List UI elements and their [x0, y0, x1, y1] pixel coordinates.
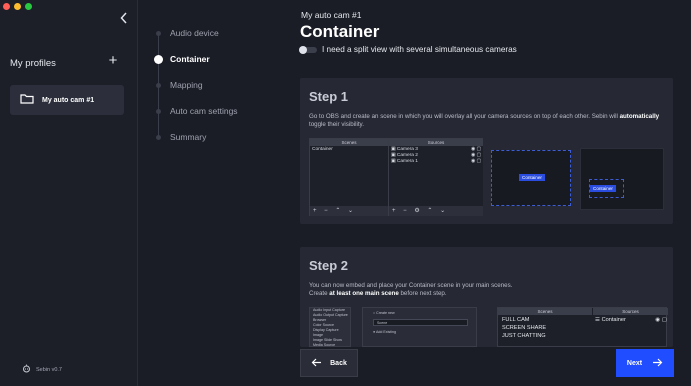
scene-row: FULL CAM: [502, 317, 530, 323]
collapse-sidebar-chevron-left-icon[interactable]: [120, 12, 130, 26]
step-label: Container: [170, 54, 210, 64]
obs-create-source-dialog-mock: ○ Create new Scene ● Add Existing: [362, 307, 477, 347]
scenes-toolbar: + − ⌃ ⌄: [310, 206, 388, 216]
step1-description: Go to OBS and create an scene in which y…: [309, 113, 660, 128]
next-button-label: Next: [626, 359, 643, 367]
scene-row: Container: [312, 147, 333, 152]
source-row: ☰ Container ◉ ▢: [595, 317, 667, 323]
obs-scenes-panel: Scenes Container + − ⌃ ⌄: [310, 139, 389, 216]
profile-item-label: My auto cam #1: [42, 96, 95, 104]
step-dot: [156, 31, 161, 36]
app-version: Sebin v0.7: [22, 364, 62, 375]
split-view-toggle-label: I need a split view with several simulta…: [322, 45, 517, 54]
step1-card: Step 1 Go to OBS and create an scene in …: [300, 78, 673, 224]
profile-item[interactable]: My auto cam #1: [10, 85, 124, 115]
close-window-button[interactable]: [3, 3, 10, 10]
sources-header: Sources: [593, 308, 668, 315]
obs-sources-panel: Sources ▣ Camera 3 ◉ ▢ ▣ Camera 2 ◉ ▢ ▣ Ca…: [389, 139, 483, 216]
obs-scenes-sources-mock: Scenes Container + − ⌃ ⌄ Sources ▣ Camer…: [309, 138, 483, 216]
scenes-header: Scenes: [310, 139, 388, 146]
container-tag: Container: [519, 174, 545, 181]
container-outline: Container: [589, 179, 624, 198]
obs-add-source-menu-mock: Audio Input Capture Audio Output Capture…: [309, 307, 351, 347]
scene-row: SCREEN SHARE: [502, 325, 547, 331]
back-button-label: Back: [330, 359, 347, 367]
arrow-left-icon: [311, 354, 322, 372]
step-dot: [156, 83, 161, 88]
main-panel: My auto cam #1 Container I need a split …: [283, 0, 691, 386]
version-label: Sebin v0.7: [36, 366, 62, 373]
add-profile-button[interactable]: +: [107, 53, 119, 68]
step-dot: [156, 109, 161, 114]
container-preview-full: Container: [491, 150, 571, 206]
robot-logo-icon: [22, 364, 31, 375]
step-dot: [156, 135, 161, 140]
step-label: Auto cam settings: [170, 106, 238, 116]
step-label: Audio device: [170, 28, 219, 38]
profiles-sidebar: My profiles + My auto cam #1 Sebin v0.7: [0, 0, 138, 386]
step2-card: Step 2 You can now embed and place your …: [300, 247, 673, 347]
back-button[interactable]: Back: [300, 349, 358, 377]
split-view-toggle[interactable]: [299, 46, 317, 54]
step-label: Summary: [170, 132, 207, 142]
source-row: ▣ Camera 1 ◉ ▢: [391, 159, 481, 164]
scene-name-field: Scene: [373, 319, 468, 326]
eye-lock-icon: ◉ ▢: [470, 159, 481, 164]
window-controls: [3, 3, 32, 10]
folder-icon: [20, 91, 34, 109]
profiles-title: My profiles: [10, 58, 56, 69]
step1-title: Step 1: [309, 89, 349, 104]
page-title: Container: [300, 22, 380, 41]
step2-title: Step 2: [309, 258, 349, 273]
next-button[interactable]: Next: [616, 349, 674, 377]
zoom-window-button[interactable]: [25, 3, 32, 10]
scenes-header: Scenes: [498, 308, 592, 315]
profile-name: My auto cam #1: [301, 10, 362, 20]
wizard-steps: Audio device Container Mapping Auto cam …: [138, 0, 283, 386]
step-dot-active: [154, 55, 163, 64]
container-preview-partial: Container: [580, 148, 664, 210]
minimize-window-button[interactable]: [14, 3, 21, 10]
container-tag: Container: [590, 185, 616, 192]
app-window: My profiles + My auto cam #1 Sebin v0.7 …: [0, 0, 691, 386]
sources-toolbar: + − ⚙ ⌃ ⌄: [389, 206, 483, 216]
toggle-knob: [299, 46, 307, 54]
scene-row: JUST CHATTING: [502, 333, 546, 339]
sources-header: Sources: [389, 139, 483, 146]
step-label: Mapping: [170, 80, 203, 90]
obs-main-scenes-mock: Scenes Sources FULL CAM SCREEN SHARE JUS…: [497, 307, 668, 347]
eye-lock-icon: ◉ ▢: [655, 317, 667, 323]
step2-description: You can now embed and place your Contain…: [309, 282, 513, 297]
arrow-right-icon: [652, 354, 663, 372]
